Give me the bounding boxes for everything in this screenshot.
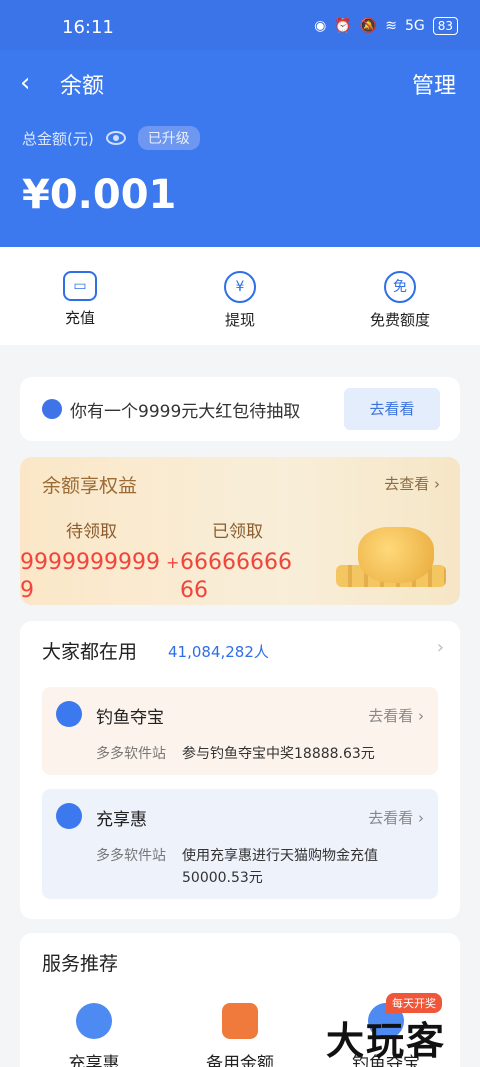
wallet-icon (222, 1003, 258, 1039)
eye-icon[interactable] (105, 131, 126, 145)
popular-card: 大家都在用 41,084,282人 › 钓鱼夺宝 去看看 › 多多软件站 参与钓… (20, 621, 460, 919)
header-area: 16:11 ◉ ⏰ 🔕 ≋ 5G 83 ‹ 余额 管理 总金额(元) 已升级 ¥… (0, 0, 480, 247)
free-quota-label: 免费额度 (369, 311, 430, 329)
withdraw-button[interactable]: ¥ 提现 (180, 271, 300, 330)
wifi-icon: ≋ (385, 18, 397, 34)
fishing-item[interactable]: 钓鱼夺宝 去看看 › 多多软件站 参与钓鱼夺宝中奖18888.63元 (42, 687, 438, 775)
balance-label-row: 总金额(元) 已升级 (22, 126, 200, 150)
service-title: 服务推荐 (42, 953, 119, 975)
battery-icon: 83 (432, 17, 458, 35)
rights-more-link[interactable]: 去查看 › (384, 473, 440, 494)
chevron-left-icon[interactable]: ‹ (20, 68, 30, 98)
signal-icon: 5G (404, 18, 425, 34)
received-value: 6666666666 (180, 550, 292, 603)
received-label: 已领取 (212, 522, 263, 542)
pending-label: 待领取 (66, 522, 117, 542)
item-source: 多多软件站 (96, 746, 166, 762)
status-bar: 16:11 ◉ ⏰ 🔕 ≋ 5G 83 (0, 0, 480, 50)
item-go-link[interactable]: 去看看 › (368, 807, 424, 828)
manage-button[interactable]: 管理 (412, 68, 456, 100)
item-name: 充享惠 (96, 810, 147, 830)
page-title: 余额 (60, 74, 105, 99)
watermark-logo: 大玩客 (326, 1019, 447, 1063)
yuan-transfer-icon: ¥ (224, 271, 256, 303)
popular-count: 41,084,282人 (168, 643, 269, 661)
withdraw-label: 提现 (224, 311, 255, 329)
item-go-label: 去看看 (368, 809, 414, 827)
eye-comfort-icon: ◉ (314, 18, 327, 34)
chongxianghui-item[interactable]: 充享惠 去看看 › 多多软件站 使用充享惠进行天猫购物金充值50000.53元 (42, 789, 438, 899)
service-item-reserve[interactable]: 备用金额 (180, 1003, 300, 1067)
wallet-icon: ▭ (63, 271, 97, 301)
redpack-go-button[interactable]: 去看看 (344, 388, 440, 430)
redpack-text: 你有一个9999元大红包待抽取 (70, 402, 301, 422)
item-desc: 参与钓鱼夺宝中奖18888.63元 (182, 746, 375, 762)
status-icons: ◉ ⏰ 🔕 ≋ 5G 83 (314, 17, 458, 35)
card-icon (56, 803, 82, 829)
balance-amount: ¥0.001 (22, 172, 177, 218)
rights-more-label: 去查看 (384, 475, 430, 493)
balance-rights-card[interactable]: 余额享权益 去查看 › 待领取 已领取 99999999999 + 666666… (20, 457, 460, 605)
item-name: 钓鱼夺宝 (96, 708, 164, 728)
navigation-bar: ‹ 余额 管理 (0, 60, 480, 106)
redpack-icon (42, 399, 62, 419)
item-go-link[interactable]: 去看看 › (368, 705, 424, 726)
alarm-icon: ⏰ (334, 18, 352, 34)
free-quota-button[interactable]: 免 免费额度 (340, 271, 460, 330)
service-label: 备用金额 (206, 1054, 274, 1067)
item-source: 多多软件站 (96, 848, 166, 864)
mute-icon: 🔕 (359, 18, 378, 34)
fishing-icon (56, 701, 82, 727)
quick-actions: ▭ 充值 ¥ 提现 免 免费额度 (0, 247, 480, 345)
item-go-label: 去看看 (368, 707, 414, 725)
recharge-button[interactable]: ▭ 充值 (20, 271, 140, 328)
status-time: 16:11 (62, 17, 114, 38)
free-icon: 免 (384, 271, 416, 303)
balance-label: 总金额(元) (22, 129, 94, 148)
redpack-banner: 你有一个9999元大红包待抽取 去看看 (20, 377, 460, 441)
plus-sign: + (166, 553, 180, 572)
popular-title: 大家都在用 (42, 641, 138, 663)
item-desc: 使用充享惠进行天猫购物金充值50000.53元 (182, 848, 378, 886)
chevron-right-icon: › (434, 475, 440, 493)
recharge-label: 充值 (64, 309, 95, 327)
pending-value: 99999999999 (20, 550, 160, 603)
chevron-right-icon[interactable]: › (437, 637, 444, 658)
rights-title: 余额享权益 (42, 475, 138, 497)
piggy-bank-icon (358, 527, 434, 583)
service-item-chongxianghui[interactable]: 充享惠 (34, 1003, 154, 1067)
gift-icon (76, 1003, 112, 1039)
service-label: 充享惠 (68, 1054, 120, 1067)
upgraded-badge: 已升级 (137, 126, 200, 150)
